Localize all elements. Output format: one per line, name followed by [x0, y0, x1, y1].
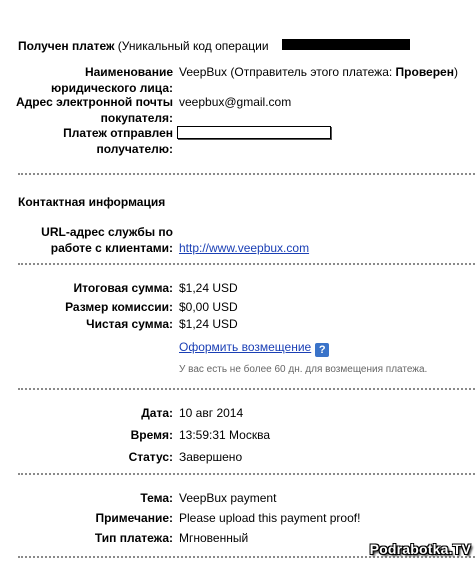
refund-row: Оформить возмещение? [179, 339, 330, 357]
divider [18, 473, 475, 475]
divider [18, 263, 475, 265]
help-icon[interactable]: ? [315, 343, 330, 357]
payment-type-label: Тип платежа: [94, 531, 173, 545]
note-label: Примечание: [95, 511, 173, 525]
customer-service-link[interactable]: http://www.veepbux.com [179, 241, 309, 255]
refund-note: У вас есть не более 60 дн. для возмещени… [179, 364, 428, 375]
customer-service-url-label: URL-адрес службы по работе с клиентами: [41, 225, 173, 255]
total-amount-label: Итоговая сумма: [73, 281, 173, 295]
fee-amount-value: $0,00 USD [179, 300, 238, 314]
redacted-transaction-id [282, 39, 410, 50]
note-value: Please upload this payment proof! [179, 511, 361, 525]
payment-type-value: Мгновенный [179, 531, 249, 545]
issue-refund-link[interactable]: Оформить возмещение [179, 340, 311, 354]
divider [18, 388, 475, 390]
date-value: 10 авг 2014 [179, 406, 244, 420]
status-value: Завершено [179, 450, 243, 464]
fee-amount-label: Размер комиссии: [65, 300, 173, 314]
sent-to-label: Платеж отправлен получателю: [63, 126, 173, 156]
buyer-email-value: veepbux@gmail.com [179, 95, 292, 109]
date-label: Дата: [141, 406, 173, 420]
net-amount-value: $1,24 USD [179, 317, 238, 331]
sender-name-suffix: ) [453, 65, 458, 79]
subject-label: Тема: [140, 491, 173, 505]
subject-value: VeepBux payment [179, 491, 277, 505]
sender-name: VeepBux (Отправитель этого платежа: [179, 65, 396, 79]
status-label: Статус: [128, 450, 173, 464]
total-amount-value: $1,24 USD [179, 281, 238, 295]
legal-name-label: Наименование юридического лица: [51, 65, 173, 95]
transaction-id-label: (Уникальный код операции [114, 39, 269, 53]
buyer-email-label: Адрес электронной почты покупателя: [15, 95, 173, 125]
sender-verified-status: Проверен [395, 65, 454, 79]
payment-received-heading: Получен платеж (Уникальный код операции [18, 38, 269, 54]
watermark: Podrabotka.TV [369, 541, 471, 557]
time-value: 13:59:31 Москва [179, 428, 271, 442]
redacted-recipient-field [177, 126, 331, 139]
divider [18, 173, 475, 175]
net-amount-label: Чистая сумма: [86, 317, 173, 331]
time-label: Время: [130, 428, 173, 442]
contact-info-heading: Контактная информация [18, 195, 166, 209]
payment-received-title: Получен платеж [18, 39, 115, 53]
customer-service-url-value: http://www.veepbux.com [179, 240, 309, 256]
legal-name-value: VeepBux (Отправитель этого платежа: Пров… [179, 64, 458, 80]
